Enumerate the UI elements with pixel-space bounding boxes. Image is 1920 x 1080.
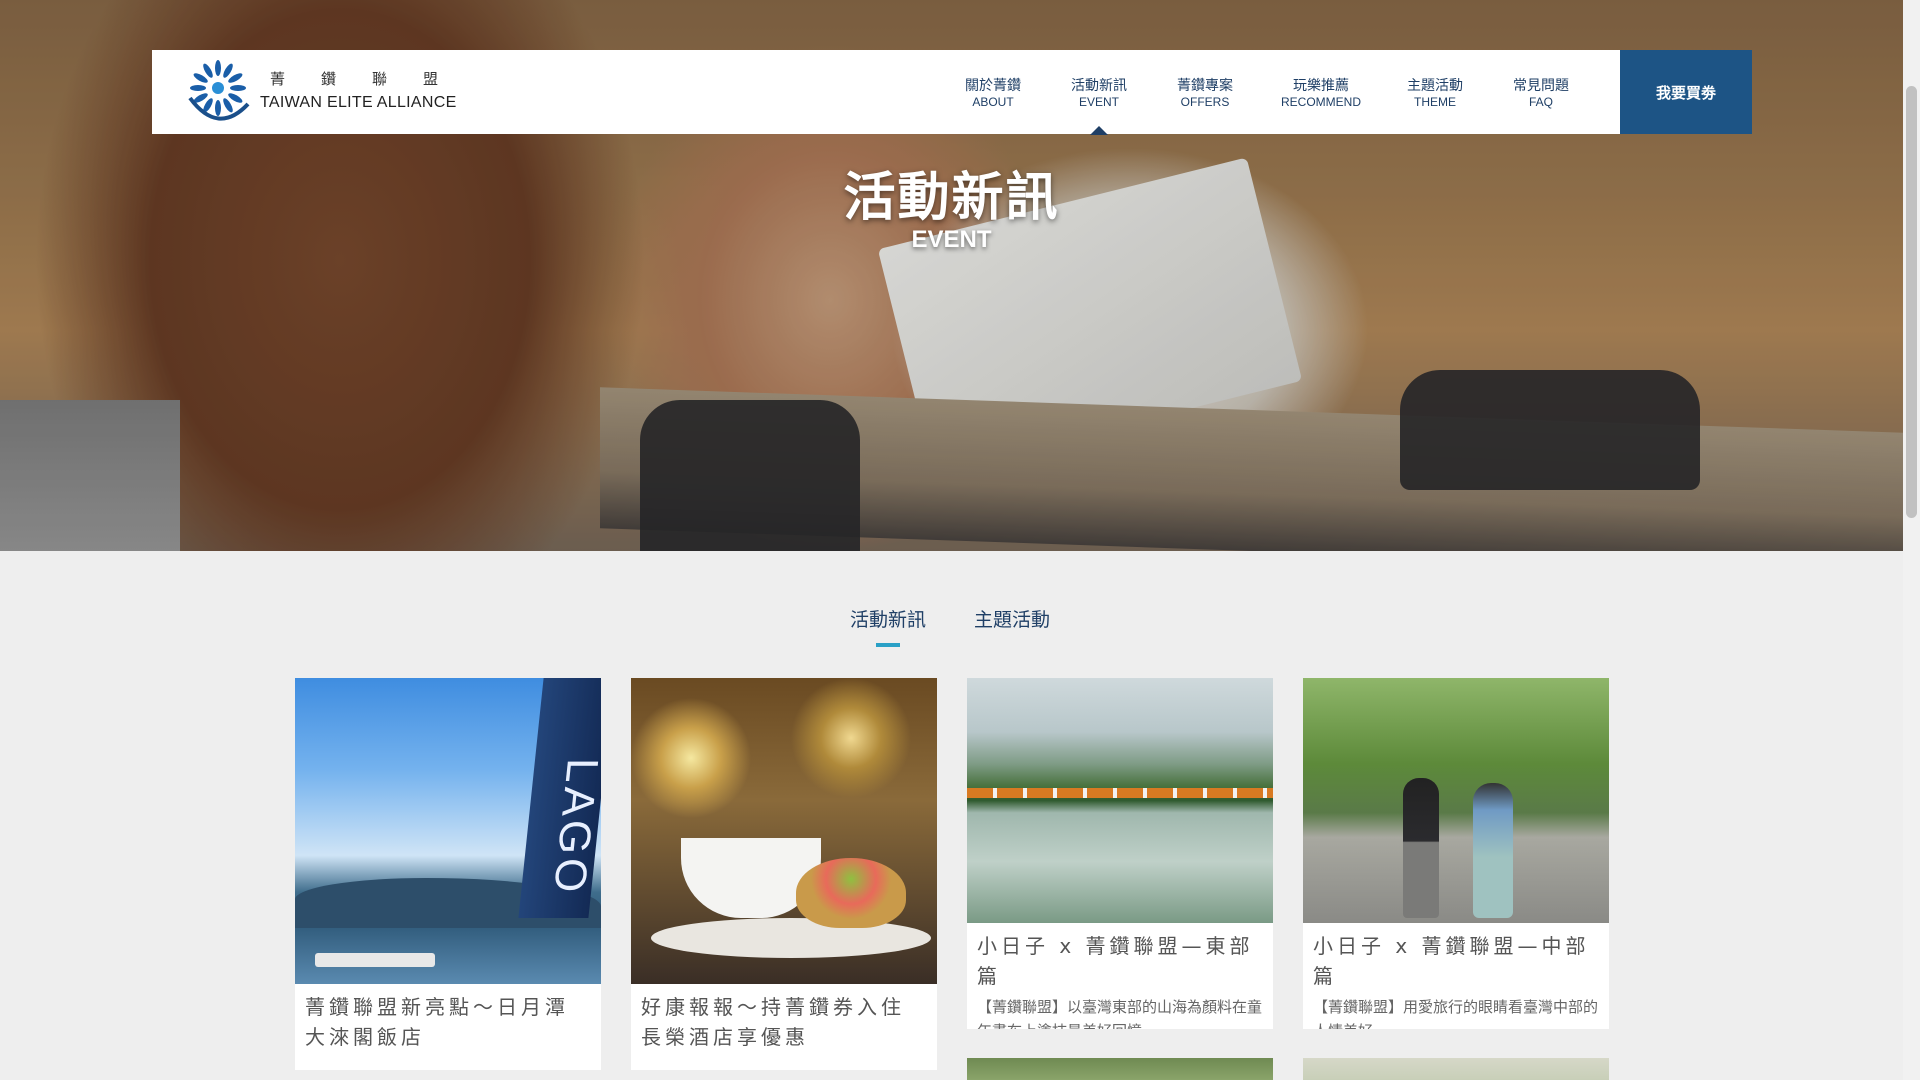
nav-offers[interactable]: 菁鑽專案 OFFERS: [1170, 78, 1240, 110]
nav-recommend[interactable]: 玩樂推薦 RECOMMEND: [1276, 78, 1366, 110]
alliance-logo-icon[interactable]: [182, 54, 254, 126]
nav-theme[interactable]: 主題活動 THEME: [1400, 78, 1470, 110]
event-card-peek[interactable]: [1303, 1058, 1609, 1080]
hotel-sign-text: LAGO: [543, 758, 601, 897]
event-card[interactable]: 小日子 x 菁鑽聯盟—中部篇 【菁鑽聯盟】用愛旅行的眼睛看臺灣中部的人情美好: [1303, 678, 1609, 1029]
page-scrollbar[interactable]: [1903, 0, 1920, 1080]
card-title: 小日子 x 菁鑽聯盟—東部篇: [977, 934, 1254, 988]
nav-label-cn: 玩樂推薦: [1293, 78, 1349, 94]
image-fruit-tart: [796, 858, 906, 928]
hero-subtitle: EVENT: [911, 226, 992, 253]
nav-label-cn: 關於菁鑽: [965, 78, 1021, 94]
card-image-east-train: [967, 678, 1273, 923]
image-person: [1473, 783, 1513, 918]
tab-theme-activities[interactable]: 主題活動: [974, 605, 1050, 632]
nav-label-en: OFFERS: [1180, 95, 1230, 109]
nav-label-cn: 菁鑽專案: [1177, 78, 1233, 94]
image-person: [1403, 778, 1439, 918]
card-title: 小日子 x 菁鑽聯盟—中部篇: [1313, 934, 1590, 988]
card-image-lake-hotel: LAGO: [295, 678, 601, 984]
nav-event[interactable]: 活動新訊 EVENT: [1064, 78, 1134, 110]
nav-faq[interactable]: 常見問題 FAQ: [1506, 78, 1576, 110]
buy-voucher-button[interactable]: 我要買劵: [1620, 50, 1752, 134]
nav-label-cn: 活動新訊: [1071, 78, 1127, 94]
event-card[interactable]: 小日子 x 菁鑽聯盟—東部篇 【菁鑽聯盟】以臺灣東部的山海為顏料在童年畫布上塗抹…: [967, 678, 1273, 1029]
nav-active-caret-icon: [1090, 126, 1108, 135]
tab-event-news[interactable]: 活動新訊: [850, 605, 926, 632]
event-card[interactable]: 好康報報～持菁鑽券入住長榮酒店享優惠: [631, 678, 937, 1070]
nav-label-cn: 主題活動: [1407, 78, 1463, 94]
event-card-peek[interactable]: [967, 1058, 1273, 1080]
nav-label-cn: 常見問題: [1513, 78, 1569, 94]
brand-name-en: TAIWAN ELITE ALLIANCE: [260, 94, 457, 111]
card-description: 【菁鑽聯盟】用愛旅行的眼睛看臺灣中部的人情美好: [1313, 998, 1599, 1029]
card-image-central-road: [1303, 678, 1609, 923]
hero-title: 活動新訊: [843, 167, 1060, 228]
card-title: 菁鑽聯盟新亮點～日月潭大淶閣飯店: [305, 995, 569, 1049]
card-image-cafe: [631, 678, 937, 984]
site-header: 菁鑽聯盟 TAIWAN ELITE ALLIANCE 關於菁鑽 ABOUT 活動…: [152, 50, 1752, 135]
tab-active-underline: [876, 643, 900, 647]
image-boats: [315, 953, 435, 967]
scrollbar-thumb[interactable]: [1906, 86, 1917, 518]
card-description: 【菁鑽聯盟】以臺灣東部的山海為顏料在童年畫布上塗抹最美好回憶: [977, 998, 1263, 1029]
nav-label-en: FAQ: [1528, 95, 1553, 109]
image-plate: [651, 918, 931, 958]
image-hotel-sign: LAGO: [518, 678, 601, 918]
event-card[interactable]: LAGO 菁鑽聯盟新亮點～日月潭大淶閣飯店: [295, 678, 601, 1070]
nav-about[interactable]: 關於菁鑽 ABOUT: [958, 78, 1028, 110]
card-title: 好康報報～持菁鑽券入住長榮酒店享優惠: [641, 995, 905, 1049]
image-train: [967, 788, 1273, 798]
nav-label-en: THEME: [1414, 95, 1456, 109]
nav-label-en: RECOMMEND: [1281, 95, 1361, 109]
brand-name-cn: 菁鑽聯盟: [270, 70, 475, 88]
nav-label-en: EVENT: [1078, 95, 1119, 109]
nav-label-en: ABOUT: [972, 95, 1014, 109]
